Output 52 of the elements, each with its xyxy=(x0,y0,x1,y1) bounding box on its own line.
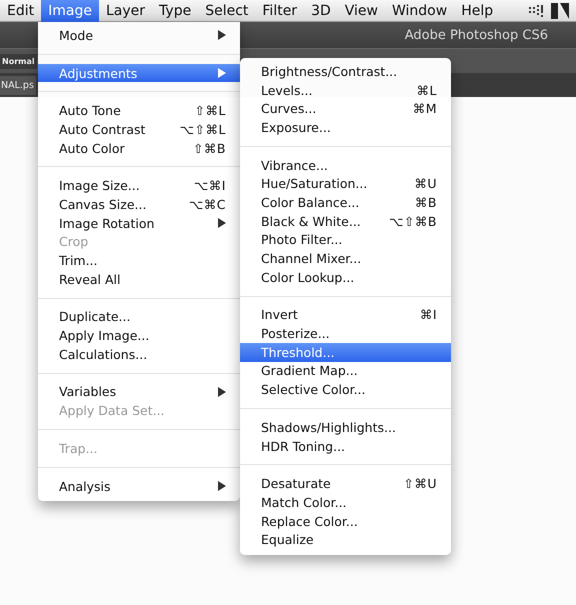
menu-bar-item[interactable]: Layer xyxy=(98,0,152,22)
menu-item[interactable]: Shadows/Highlights... xyxy=(240,418,451,437)
menu-item[interactable]: Desaturate ⇧⌘U xyxy=(240,474,451,494)
menu-item[interactable]: Posterize... xyxy=(240,324,451,343)
menu-bar-item[interactable]: Type xyxy=(152,0,198,22)
menu-item[interactable]: Canvas Size... ⌥⌘C xyxy=(38,195,240,214)
menu-item[interactable]: Levels... ⌘L xyxy=(240,80,451,100)
menu-item[interactable]: HDR Toning... xyxy=(240,436,451,456)
menu-bar-item[interactable]: Image xyxy=(41,0,99,22)
menu-item[interactable]: Threshold... xyxy=(240,342,451,362)
menu-item[interactable]: Variables xyxy=(38,382,240,402)
menu-bar-item[interactable]: Window xyxy=(384,0,454,22)
menu-item[interactable]: Invert ⌘I xyxy=(240,306,451,324)
menu-item[interactable]: Gradient Map... xyxy=(240,362,451,380)
menu-item[interactable]: Brightness/Contrast... xyxy=(240,62,451,81)
menu-item[interactable]: Channel Mixer... xyxy=(240,249,451,268)
menu-item[interactable]: Adjustments xyxy=(38,64,240,82)
menu-item[interactable]: Calculations... xyxy=(38,344,240,364)
menu-item[interactable]: Trim... xyxy=(38,251,240,270)
menu-item[interactable]: Auto Contrast ⌥⇧⌘L xyxy=(38,120,240,139)
menu-item[interactable]: Exposure... xyxy=(240,118,451,137)
status-dots-icon[interactable] xyxy=(528,4,544,18)
menu-bar-item[interactable]: Select xyxy=(198,0,256,22)
menu-item[interactable]: Curves... ⌘M xyxy=(240,99,451,118)
menu-item[interactable]: Replace Color... xyxy=(240,512,451,530)
blend-mode-dropdown[interactable]: Normal xyxy=(0,54,37,68)
menu-item[interactable]: Mode xyxy=(38,26,240,45)
menu-item[interactable]: Hue/Saturation... ⌘U xyxy=(240,174,451,194)
menu-item[interactable]: Match Color... xyxy=(240,493,451,512)
menu-item[interactable]: Duplicate... xyxy=(38,308,240,326)
menu-item[interactable]: Image Rotation xyxy=(38,214,240,232)
menu-item[interactable]: Black & White... ⌥⇧⌘B xyxy=(240,212,451,230)
menu-item[interactable]: Analysis xyxy=(38,476,240,496)
menu-item[interactable]: Photo Filter... xyxy=(240,230,451,250)
document-tab[interactable]: NAL.ps xyxy=(0,76,36,94)
menu-item[interactable]: Reveal All xyxy=(38,270,240,289)
menu-bar-item[interactable]: Help xyxy=(454,0,500,22)
menu-item[interactable]: Selective Color... xyxy=(240,380,451,399)
menu-item[interactable]: Auto Tone ⇧⌘L xyxy=(38,101,240,120)
menu-item[interactable]: Auto Color ⇧⌘B xyxy=(38,138,240,158)
menu-bar-item[interactable]: 3D xyxy=(304,0,338,22)
menu-item[interactable]: Image Size... ⌥⌘I xyxy=(38,176,240,196)
menu-item[interactable]: Equalize xyxy=(240,530,451,550)
menu-item[interactable]: Vibrance... xyxy=(240,156,451,174)
menu-item[interactable]: Apply Image... xyxy=(38,326,240,345)
app-title: Adobe Photoshop CS6 xyxy=(404,28,548,42)
menu-item[interactable]: Color Lookup... xyxy=(240,268,451,287)
menu-bar-item[interactable]: View xyxy=(338,0,385,22)
menu-bar-item[interactable]: Filter xyxy=(255,0,304,22)
menu-bar-item[interactable]: Edit xyxy=(0,0,42,22)
menu-item[interactable]: Color Balance... ⌘B xyxy=(240,193,451,212)
logo-icon[interactable] xyxy=(551,2,569,18)
